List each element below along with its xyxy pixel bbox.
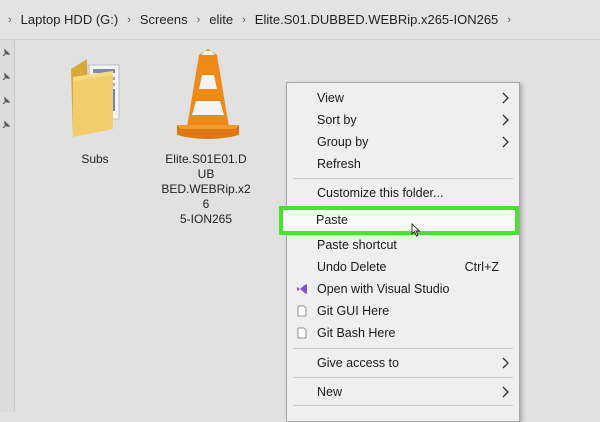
menu-separator	[293, 348, 513, 349]
document-icon	[297, 305, 307, 317]
breadcrumb-separator-icon[interactable]: ›	[242, 14, 246, 26]
menu-separator	[293, 405, 513, 406]
chevron-right-icon	[502, 114, 509, 126]
menu-item-paste-shortcut[interactable]: Paste shortcut	[287, 234, 519, 256]
shortcut-label: Ctrl+Z	[464, 260, 499, 274]
chevron-right-icon	[502, 386, 509, 398]
menu-item-sort-by[interactable]: Sort by	[287, 109, 519, 131]
breadcrumb-separator-icon: ›	[8, 13, 12, 26]
breadcrumb-separator-icon[interactable]: ›	[197, 14, 201, 26]
menu-item-git-gui[interactable]: Git GUI Here	[287, 300, 519, 322]
context-menu: View Sort by Group by Refresh Customize …	[286, 82, 520, 422]
chevron-right-icon	[502, 136, 509, 148]
menu-separator	[293, 178, 513, 179]
breadcrumb-item-elite[interactable]: elite	[209, 12, 233, 27]
pin-icon[interactable]	[1, 72, 11, 82]
breadcrumb-separator-icon[interactable]: ›	[127, 14, 131, 26]
menu-item-open-visual-studio[interactable]: Open with Visual Studio	[287, 278, 519, 300]
menu-item-refresh[interactable]: Refresh	[287, 153, 519, 175]
menu-item-git-bash[interactable]: Git Bash Here	[287, 322, 519, 344]
breadcrumb-item-drive[interactable]: Laptop HDD (G:)	[21, 12, 119, 27]
vlc-cone-icon	[177, 49, 239, 139]
chevron-right-icon	[502, 357, 509, 369]
navigation-pane-strip[interactable]	[0, 40, 15, 412]
menu-item-paste-label: Paste	[316, 213, 348, 227]
pin-icon[interactable]	[1, 120, 11, 130]
file-name-label: Elite.S01E01.DUB BED.WEBRip.x26 5-ION265	[161, 152, 251, 226]
menu-item-undo-delete[interactable]: Undo Delete Ctrl+Z	[287, 256, 519, 278]
menu-item-customize-folder[interactable]: Customize this folder...	[287, 182, 519, 204]
pin-icon[interactable]	[1, 48, 11, 58]
document-icon	[297, 327, 307, 339]
visual-studio-icon	[297, 284, 307, 294]
menu-item-view[interactable]: View	[287, 87, 519, 109]
menu-separator	[293, 377, 513, 378]
breadcrumb-item-current-folder[interactable]: Elite.S01.DUBBED.WEBRip.x265-ION265	[255, 12, 498, 27]
address-breadcrumb: › Laptop HDD (G:) › Screens › elite › El…	[0, 0, 600, 40]
file-item-elite-s01e01[interactable]: Elite.S01E01.DUB BED.WEBRip.x26 5-ION265	[161, 45, 251, 227]
chevron-right-icon	[502, 92, 509, 104]
menu-item-paste[interactable]: Paste	[279, 206, 519, 235]
pin-icon[interactable]	[1, 96, 11, 106]
menu-item-give-access[interactable]: Give access to	[287, 352, 519, 374]
folder-icon	[71, 59, 120, 137]
file-name-label: Subs	[81, 152, 109, 166]
breadcrumb-item-screens[interactable]: Screens	[140, 12, 188, 27]
menu-item-new[interactable]: New	[287, 381, 519, 403]
breadcrumb-separator-icon[interactable]: ›	[507, 14, 511, 26]
mouse-cursor-icon	[411, 223, 421, 237]
menu-item-group-by[interactable]: Group by	[287, 131, 519, 153]
folder-item-subs[interactable]: Subs	[63, 55, 137, 167]
